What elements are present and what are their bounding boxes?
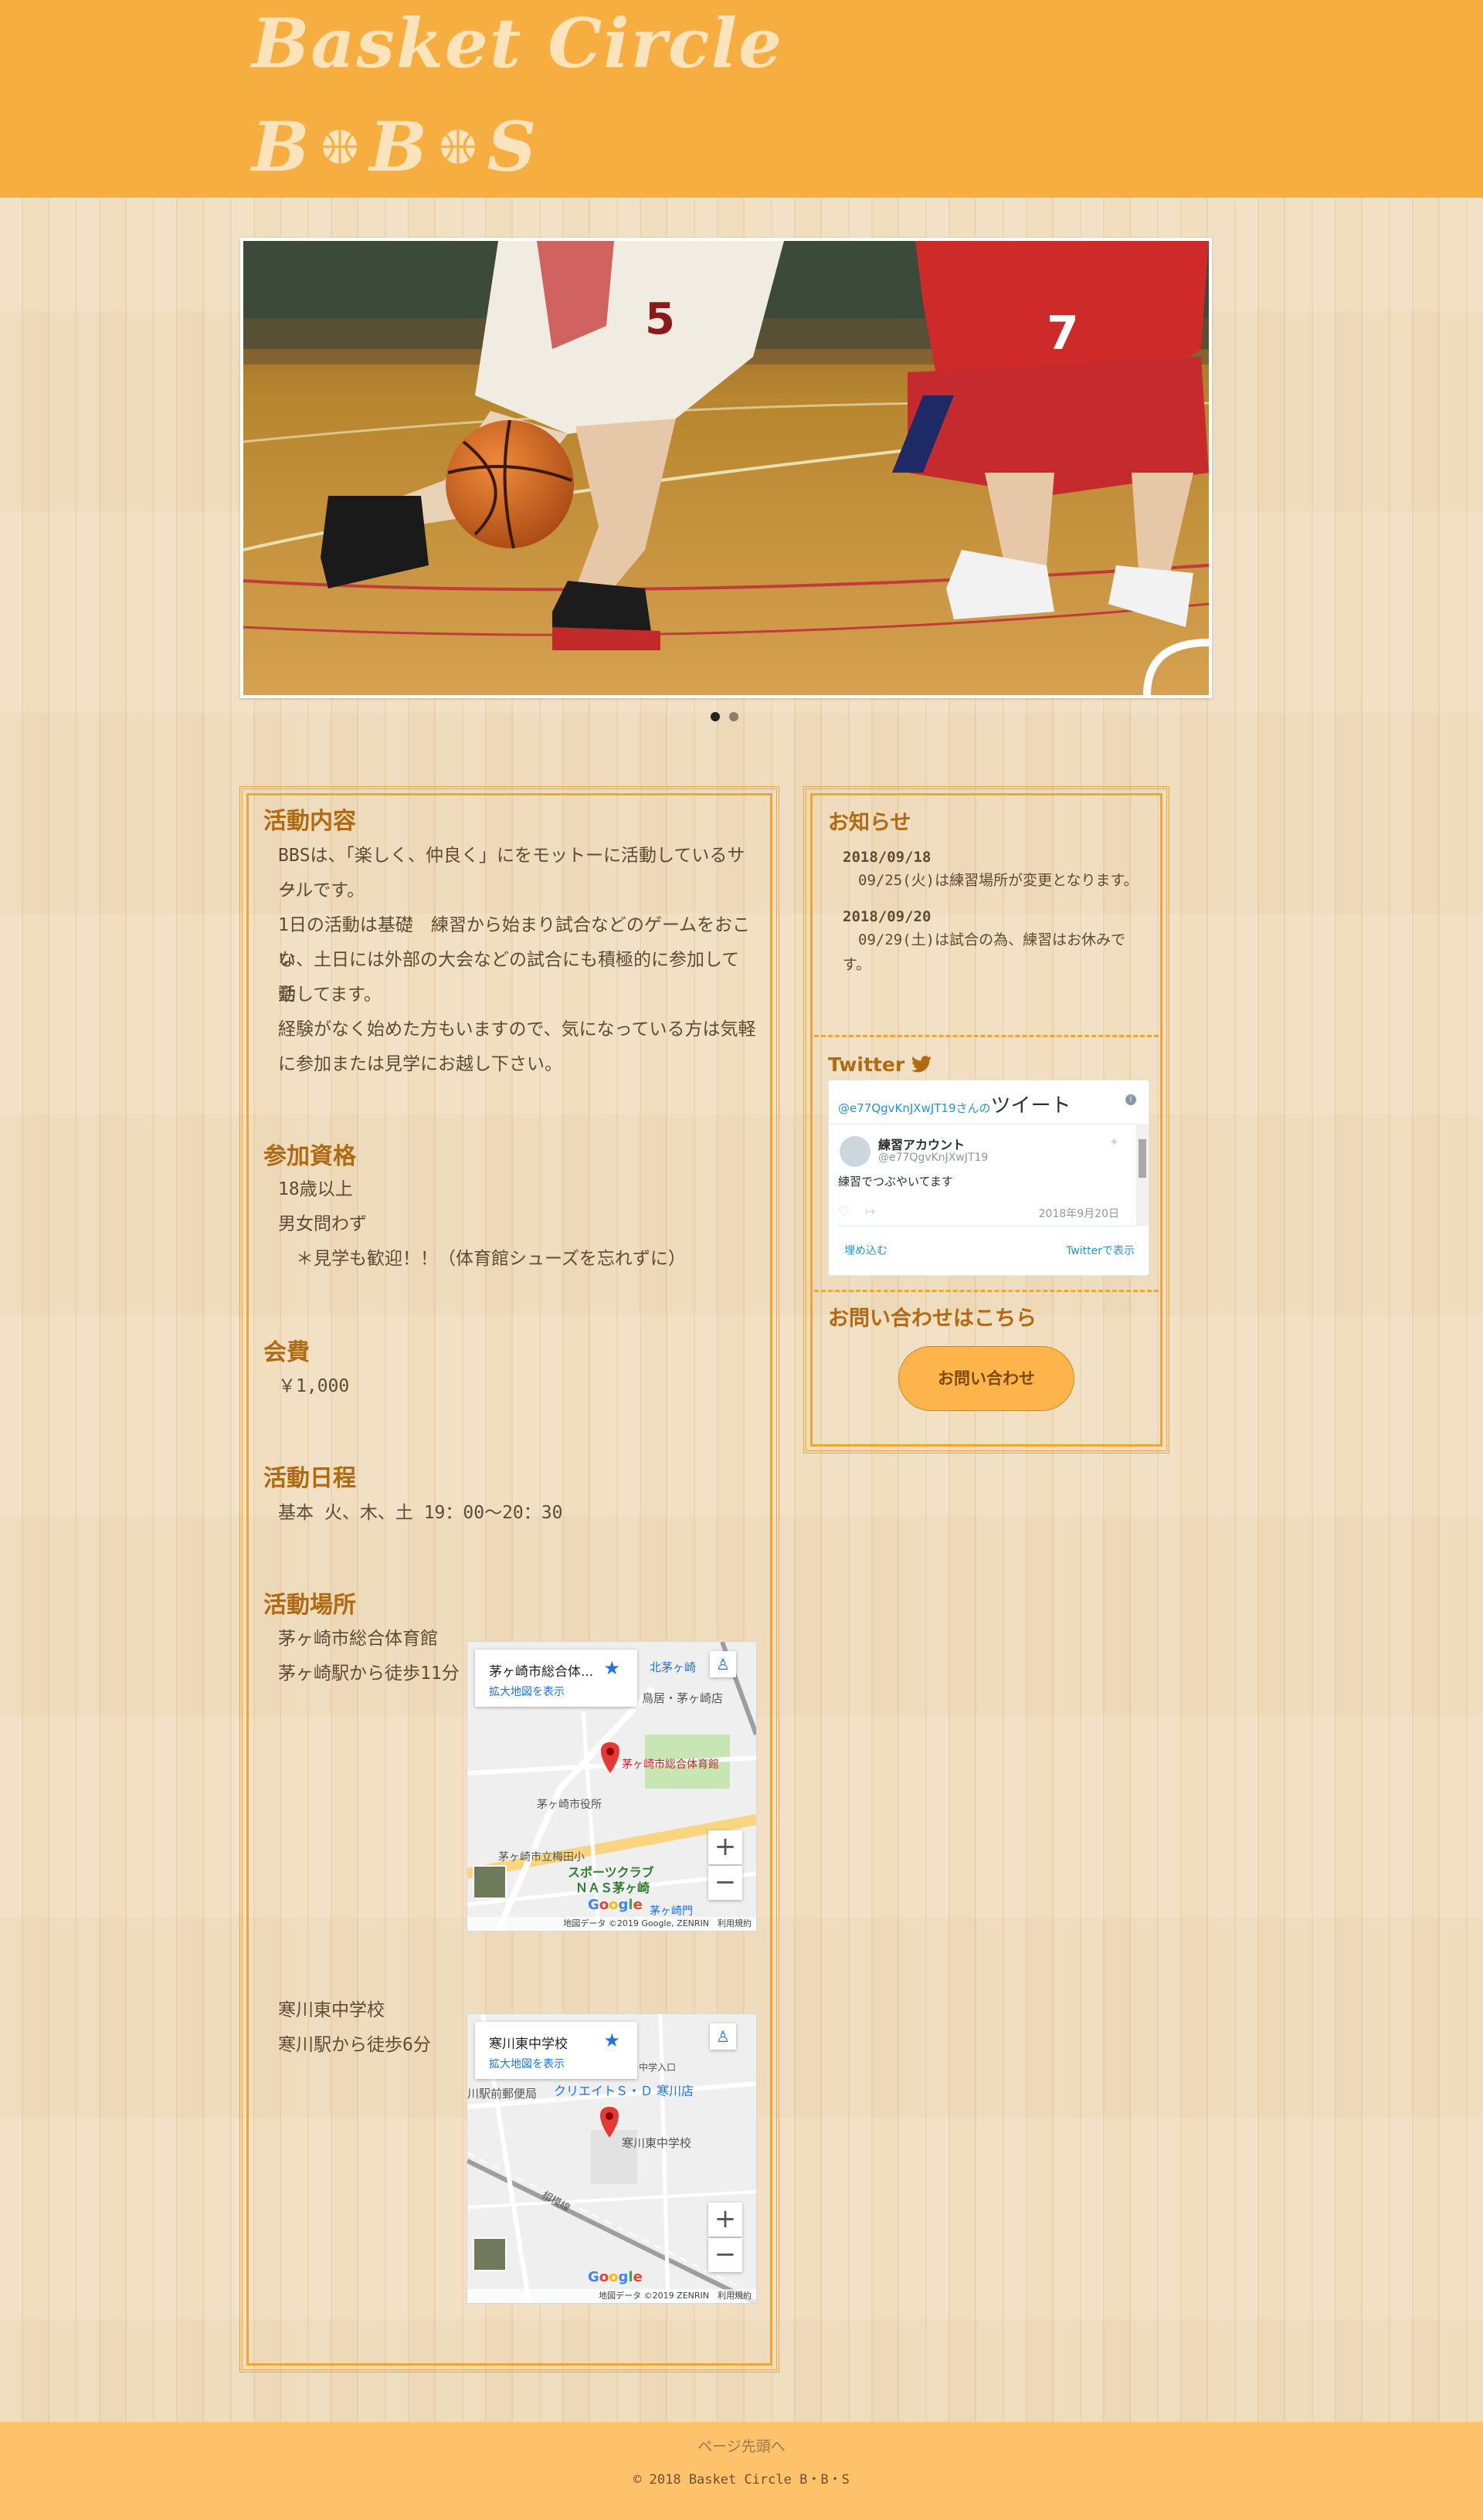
- site-logo-line1[interactable]: Basket Circle: [252, 3, 783, 83]
- section-title-eligibility: 参加資格: [263, 1143, 356, 1170]
- section-title-fee: 会費: [263, 1339, 310, 1366]
- save-star-icon[interactable]: ★: [603, 2030, 620, 2051]
- avatar[interactable]: [840, 1136, 870, 1167]
- section-title-location: 活動場所: [263, 1592, 356, 1619]
- tweet-body: 練習でつぶやいてます: [838, 1175, 953, 1189]
- share-icon[interactable]: ↦: [865, 1204, 875, 1219]
- zoom-in-button[interactable]: +: [708, 2203, 742, 2237]
- streetview-pegman-icon[interactable]: ♙: [710, 1651, 736, 1677]
- twitter-timeline[interactable]: @e77QgvKnJXwJT19さんのツイート i 練習アカウント @e77Qg…: [828, 1080, 1149, 1276]
- streetview-pegman-icon[interactable]: ♙: [710, 2023, 736, 2050]
- site-logo-line2[interactable]: B B S: [252, 107, 538, 187]
- section-title-schedule: 活動日程: [263, 1465, 356, 1492]
- timeline-scrollbar-thumb[interactable]: [1139, 1139, 1146, 1178]
- google-logo: Google: [588, 1897, 643, 1913]
- tweet-actions: ♡ ↦: [838, 1204, 875, 1219]
- activity-line: に参加または見学にお越し下さい。: [278, 1054, 562, 1074]
- map-enlarge-link[interactable]: 拡大地図を表示: [489, 1684, 565, 1699]
- map-label: 中学入口: [639, 2062, 677, 2073]
- slider-dot-1[interactable]: [711, 712, 720, 721]
- map-place-name: 寒川東中学校: [489, 2037, 568, 2052]
- news-text: 09/29(土)は試合の為、練習はお休みです。: [843, 931, 1126, 973]
- basketball-photo: 5 7: [243, 241, 1209, 695]
- map-label: 寒川東中学校: [622, 2136, 692, 2150]
- news-title: お知らせ: [828, 811, 911, 835]
- tweet-account-handle[interactable]: @e77QgvKnJXwJT19: [878, 1151, 988, 1164]
- back-to-top-link[interactable]: ページ先頭へ: [0, 2435, 1483, 2456]
- contact-title: お問い合わせはこちら: [828, 1307, 1037, 1331]
- logo-letter-b1: B: [252, 107, 311, 187]
- map-label: 茅ヶ崎門: [650, 1905, 693, 1918]
- map-place-name: 茅ヶ崎市総合体...: [489, 1664, 594, 1680]
- slider-dot-2[interactable]: [729, 712, 738, 721]
- contact-button[interactable]: お問い合わせ: [898, 1346, 1074, 1411]
- slider-dots: [711, 712, 738, 721]
- sidebar-divider: [814, 1035, 1159, 1037]
- news-date: 2018/09/20: [843, 908, 932, 925]
- twitter-title: Twitter: [828, 1053, 932, 1076]
- map-place-card: 茅ヶ崎市総合体... ★ 拡大地図を表示: [475, 1650, 637, 1707]
- activity-line: クルです。: [278, 880, 365, 900]
- map-enlarge-link[interactable]: 拡大地図を表示: [489, 2056, 565, 2071]
- info-icon[interactable]: i: [1125, 1094, 1136, 1105]
- map-label: クリエイトＳ・Ｄ 寒川店: [554, 2084, 694, 2098]
- eligibility-line: ＊見学も歓迎！！（体育館シューズを忘れずに）: [278, 1249, 686, 1269]
- schedule-line: 基本 火、木、土 19：00〜20：30: [278, 1503, 563, 1523]
- map-label: 川駅前郵便局: [467, 2087, 538, 2101]
- map-footer: 地図データ ©2019 Google, ZENRIN 利用規約: [467, 1917, 756, 1931]
- hero-slider[interactable]: 5 7: [240, 238, 1212, 698]
- news-text: 09/25(火)は練習場所が変更となります。: [858, 872, 1139, 889]
- map-label: 北茅ヶ崎: [650, 1660, 697, 1674]
- map-label: 茅ヶ崎市総合体育館: [622, 1759, 719, 1771]
- svg-text:7: 7: [1047, 307, 1079, 361]
- tweet-account-name[interactable]: 練習アカウント: [878, 1135, 965, 1153]
- like-heart-icon[interactable]: ♡: [838, 1204, 849, 1219]
- twitter-title-label: Twitter: [828, 1053, 905, 1076]
- map-place-card: 寒川東中学校 ★ 拡大地図を表示: [475, 2022, 637, 2079]
- map-embed-2[interactable]: 寒川東中学校 ★ 拡大地図を表示 クリエイトＳ・Ｄ 寒川店 川駅前郵便局 寒川東…: [467, 2013, 757, 2304]
- basketball-icon: [440, 130, 475, 164]
- view-on-twitter-link[interactable]: Twitterで表示: [1066, 1243, 1135, 1258]
- sidebar-divider: [814, 1290, 1159, 1292]
- map-label: ＮＡＳ茅ヶ崎: [575, 1881, 650, 1895]
- timeline-header[interactable]: @e77QgvKnJXwJT19さんのツイート: [838, 1090, 1071, 1118]
- save-star-icon[interactable]: ★: [603, 1657, 620, 1679]
- logo-letter-s: S: [487, 107, 538, 187]
- zoom-out-button[interactable]: −: [708, 1866, 742, 1900]
- map-embed-1[interactable]: 茅ヶ崎市総合体... ★ 拡大地図を表示 北茅ヶ崎 鳥居・茅ヶ崎店 茅ヶ崎市総合…: [467, 1641, 757, 1932]
- logo-letter-b2: B: [369, 107, 429, 187]
- tweet-bird-icon: ✦: [1108, 1135, 1119, 1149]
- svg-text:5: 5: [645, 294, 675, 344]
- copyright-text: © 2018 Basket Circle B・B・S: [633, 2472, 850, 2488]
- basketball-icon: [323, 130, 358, 164]
- section-title-activity: 活動内容: [263, 808, 356, 835]
- map-footer: 地図データ ©2019 ZENRIN 利用規約: [467, 2289, 756, 2303]
- eligibility-line: 男女問わず: [278, 1214, 367, 1234]
- news-date: 2018/09/18: [843, 849, 932, 866]
- activity-line: 動してます。: [278, 985, 382, 1005]
- eligibility-line: 18歳以上: [278, 1179, 353, 1199]
- fee-line: ￥1,000: [278, 1376, 350, 1396]
- twitter-bird-icon: [911, 1056, 932, 1073]
- embed-link[interactable]: 埋め込む: [844, 1243, 887, 1258]
- map-label: 鳥居・茅ヶ崎店: [642, 1691, 724, 1705]
- timeline-tweets-label: ツイート: [990, 1094, 1071, 1118]
- zoom-in-button[interactable]: +: [708, 1830, 742, 1864]
- tweet-date[interactable]: 2018年9月20日: [1039, 1206, 1119, 1221]
- timeline-handle: @e77QgvKnJXwJT19さんの: [838, 1101, 991, 1115]
- google-logo: Google: [588, 2269, 643, 2285]
- activity-line: 経験がなく始めた方もいますので、気になっている方は気軽: [278, 1019, 756, 1040]
- map-label: 茅ヶ崎市役所: [537, 1799, 602, 1811]
- zoom-out-button[interactable]: −: [708, 2238, 742, 2272]
